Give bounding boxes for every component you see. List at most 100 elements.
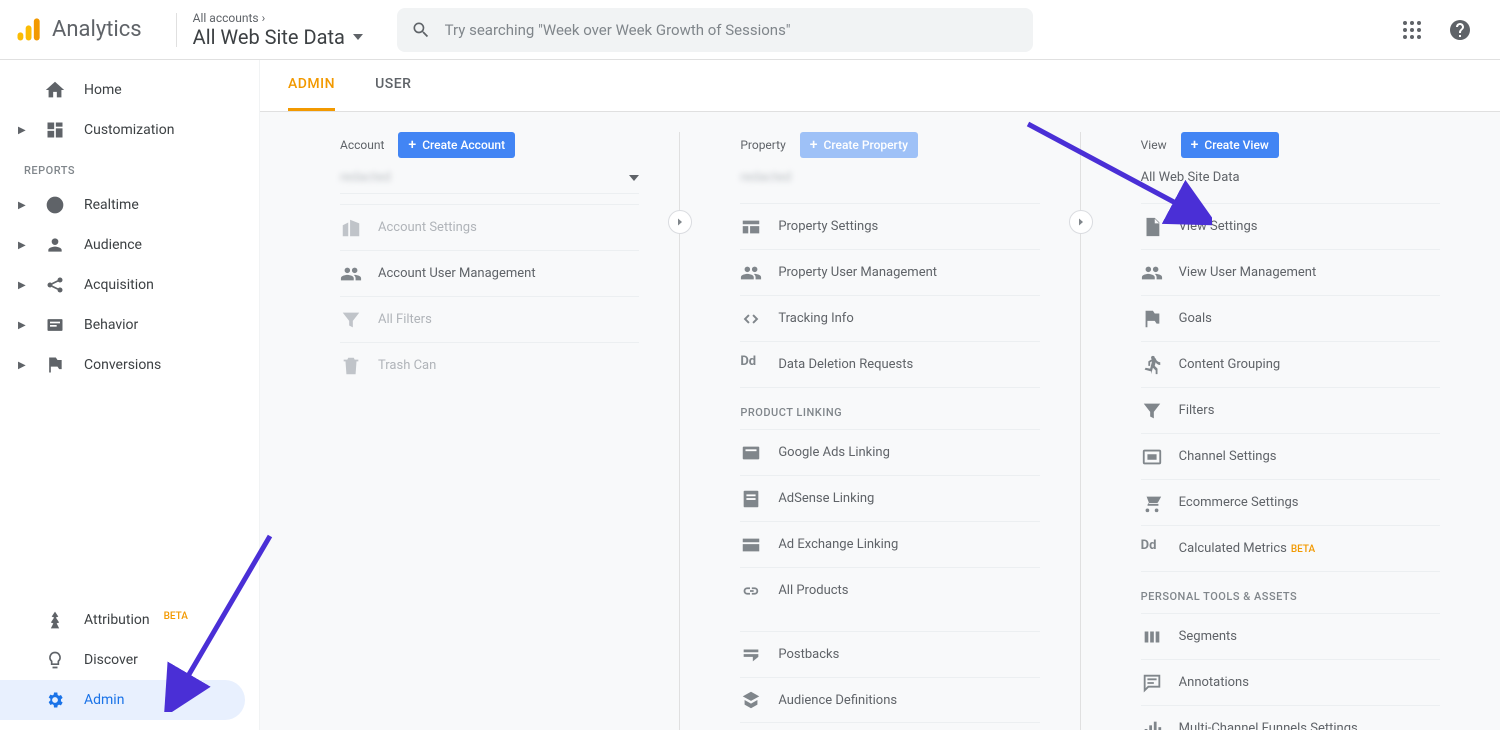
view-user-mgmt-link[interactable]: View User Management (1141, 249, 1440, 295)
link-label: Google Ads Linking (778, 445, 890, 460)
link-label: All Products (778, 583, 848, 598)
dd-icon: Dd (740, 354, 762, 376)
tab-admin[interactable]: ADMIN (288, 60, 335, 111)
link-label: Channel Settings (1179, 449, 1277, 464)
property-selector-dropdown[interactable]: redacted (740, 166, 1039, 193)
ecommerce-settings-link[interactable]: Ecommerce Settings (1141, 479, 1440, 525)
layout-icon (740, 216, 762, 238)
header-actions (1400, 18, 1486, 42)
personal-tools-heading: PERSONAL TOOLS & ASSETS (1141, 571, 1440, 613)
collapse-view-button[interactable] (1069, 210, 1093, 234)
filter-icon (1141, 400, 1163, 422)
mcf-settings-link[interactable]: Multi-Channel Funnels Settings (1141, 705, 1440, 730)
page-icon (740, 488, 762, 510)
sidebar-item-label: Discover (84, 652, 138, 668)
data-deletion-link[interactable]: DdData Deletion Requests (740, 341, 1039, 387)
search-icon (411, 20, 431, 40)
sidebar-item-audience[interactable]: ▶ Audience (0, 225, 259, 265)
account-current: All Web Site Data (193, 25, 383, 49)
all-products-link[interactable]: All Products (740, 567, 1039, 613)
create-property-button[interactable]: +Create Property (800, 132, 918, 158)
link-label: Multi-Channel Funnels Settings (1179, 721, 1358, 730)
view-filters-link[interactable]: Filters (1141, 387, 1440, 433)
account-selector-dropdown[interactable]: redacted (340, 166, 639, 194)
segments-link[interactable]: Segments (1141, 613, 1440, 659)
collapse-property-button[interactable] (668, 210, 692, 234)
column-title: Account (340, 138, 384, 152)
channel-settings-link[interactable]: Channel Settings (1141, 433, 1440, 479)
attribution-icon (44, 609, 66, 631)
link-label: View User Management (1179, 265, 1317, 280)
google-ads-linking-link[interactable]: Google Ads Linking (740, 429, 1039, 475)
sidebar-item-label: Admin (84, 692, 124, 708)
adsense-linking-link[interactable]: AdSense Linking (740, 475, 1039, 521)
segments-icon (1141, 626, 1163, 648)
arrow-right-icon (674, 216, 686, 228)
sidebar-item-customization[interactable]: ▶ Customization (0, 110, 259, 150)
sidebar-item-realtime[interactable]: ▶ Realtime (0, 185, 259, 225)
chevron-down-icon (629, 175, 639, 181)
admin-column-view: View +Create View All Web Site Data View… (1080, 132, 1480, 730)
goals-link[interactable]: Goals (1141, 295, 1440, 341)
search-input[interactable] (445, 21, 1019, 39)
help-icon[interactable] (1448, 18, 1472, 42)
link-label: Filters (1179, 403, 1215, 418)
create-account-button[interactable]: +Create Account (398, 132, 515, 158)
property-settings-link[interactable]: Property Settings (740, 203, 1039, 249)
sidebar-item-label: Home (84, 82, 122, 98)
trash-can-link[interactable]: Trash Can (340, 342, 639, 388)
beta-badge: BETA (164, 611, 188, 622)
postbacks-link[interactable]: Postbacks (740, 631, 1039, 677)
link-label: Calculated MetricsBETA (1179, 541, 1316, 556)
ad-exchange-linking-link[interactable]: Ad Exchange Linking (740, 521, 1039, 567)
bars-icon (1141, 718, 1163, 730)
tab-user[interactable]: USER (375, 60, 411, 111)
analytics-logo-icon (14, 16, 42, 44)
account-user-mgmt-link[interactable]: Account User Management (340, 250, 639, 296)
create-view-button[interactable]: + Create View (1181, 132, 1279, 158)
link-label: Property User Management (778, 265, 937, 280)
link-label: Tracking Info (778, 311, 853, 326)
reports-heading: REPORTS (0, 150, 259, 185)
sidebar-item-admin[interactable]: Admin (0, 680, 245, 720)
view-selector-dropdown[interactable]: All Web Site Data (1141, 166, 1440, 193)
sidebar-item-behavior[interactable]: ▶ Behavior (0, 305, 259, 345)
plus-icon: + (1191, 137, 1199, 153)
property-user-mgmt-link[interactable]: Property User Management (740, 249, 1039, 295)
lightbulb-icon (44, 649, 66, 671)
logo[interactable]: Analytics (14, 16, 160, 44)
sidebar-item-attribution[interactable]: Attribution BETA (0, 600, 259, 640)
link-label: Segments (1179, 629, 1237, 644)
account-settings-link[interactable]: Account Settings (340, 204, 639, 250)
annotations-link[interactable]: Annotations (1141, 659, 1440, 705)
sidebar-item-label: Customization (84, 122, 174, 138)
sidebar-item-label: Conversions (84, 357, 161, 373)
header: Analytics All accounts All Web Site Data (0, 0, 1500, 60)
view-settings-link[interactable]: View Settings (1141, 203, 1440, 249)
people-icon (740, 262, 762, 284)
sidebar-item-conversions[interactable]: ▶ Conversions (0, 345, 259, 385)
apps-icon[interactable] (1400, 18, 1424, 42)
button-label: Create View (1204, 138, 1268, 152)
sidebar-item-acquisition[interactable]: ▶ Acquisition (0, 265, 259, 305)
account-selector[interactable]: All accounts All Web Site Data (193, 11, 383, 49)
link-label: Trash Can (378, 358, 436, 373)
postback-icon (740, 644, 762, 666)
selected-account-label: redacted (340, 170, 391, 185)
column-title: Property (740, 138, 785, 152)
product-name: Analytics (52, 17, 142, 42)
all-filters-link[interactable]: All Filters (340, 296, 639, 342)
sidebar-item-discover[interactable]: Discover (0, 640, 259, 680)
calculated-metrics-link[interactable]: DdCalculated MetricsBETA (1141, 525, 1440, 571)
search-bar[interactable] (397, 8, 1033, 52)
content-grouping-link[interactable]: Content Grouping (1141, 341, 1440, 387)
link-label: Ad Exchange Linking (778, 537, 898, 552)
tracking-info-link[interactable]: Tracking Info (740, 295, 1039, 341)
audience-definitions-link[interactable]: Audience Definitions (740, 677, 1039, 723)
filter-icon (340, 309, 362, 331)
behavior-icon (44, 314, 66, 336)
sidebar-item-label: Realtime (84, 197, 139, 213)
button-label: Create Property (824, 138, 908, 152)
sidebar-item-home[interactable]: ▶ Home (0, 70, 259, 110)
ads-icon (740, 442, 762, 464)
